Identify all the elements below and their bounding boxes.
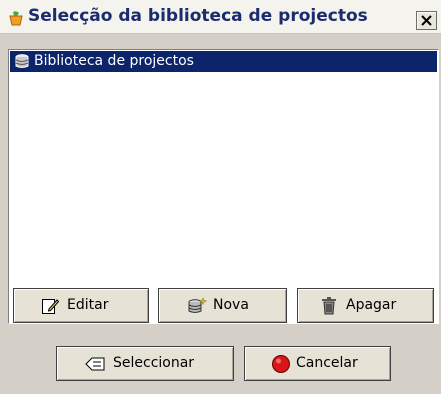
close-button[interactable] [416, 11, 437, 30]
select-button[interactable]: Seleccionar [56, 346, 234, 381]
list-item[interactable]: Biblioteca de projectos [10, 51, 437, 72]
title-bar[interactable]: Selecção da biblioteca de projectos [0, 0, 441, 34]
select-button-label: Seleccionar [113, 355, 195, 371]
app-icon [8, 10, 24, 26]
edit-button-label: Editar [67, 297, 109, 313]
trash-icon [321, 297, 337, 319]
new-button-label: Nova [213, 297, 249, 313]
dialog-title: Selecção da biblioteca de projectos [28, 6, 368, 26]
new-database-icon [187, 297, 208, 319]
cancel-button[interactable]: Cancelar [244, 346, 391, 381]
edit-pencil-icon [41, 297, 60, 319]
database-icon [14, 54, 30, 73]
list-item-label: Biblioteca de projectos [34, 53, 194, 69]
close-icon [421, 15, 432, 26]
stop-icon [271, 354, 291, 378]
select-arrow-icon [85, 357, 105, 375]
edit-button[interactable]: Editar [13, 288, 149, 323]
delete-button-label: Apagar [346, 297, 397, 313]
library-selection-dialog: Selecção da biblioteca de projectos Bibl… [0, 0, 441, 394]
cancel-button-label: Cancelar [296, 355, 358, 371]
delete-button[interactable]: Apagar [297, 288, 434, 323]
new-button[interactable]: Nova [158, 288, 287, 323]
library-list[interactable]: Biblioteca de projectos [8, 49, 439, 324]
